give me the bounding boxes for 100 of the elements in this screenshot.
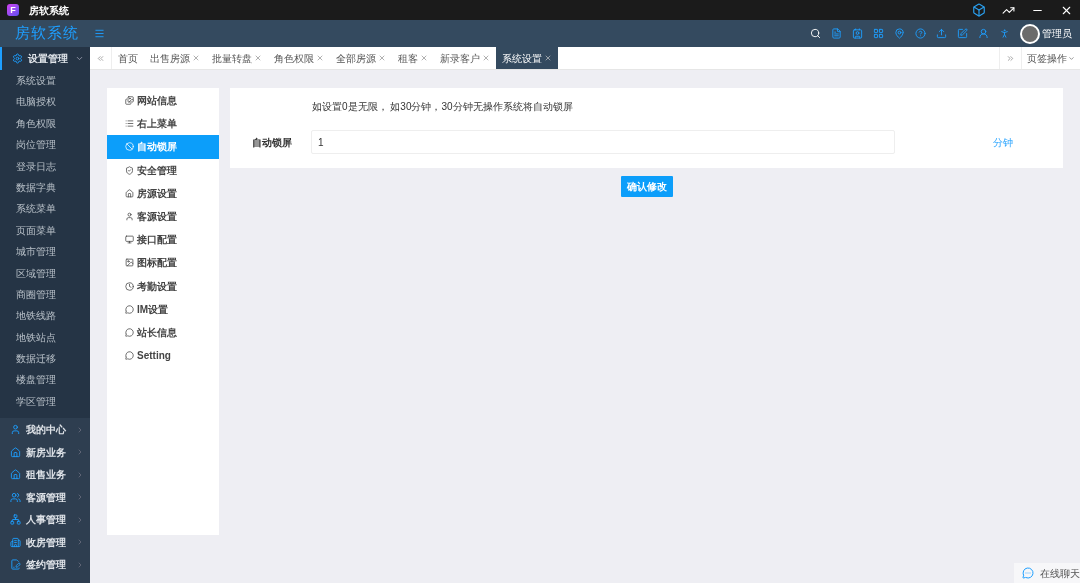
sidebar-item[interactable]: 角色权限 — [0, 112, 90, 135]
house-icon — [125, 188, 134, 198]
search-icon[interactable] — [810, 28, 821, 39]
sidebar-item[interactable]: 城市管理 — [0, 241, 90, 263]
chevron-down-icon — [75, 54, 84, 63]
chevron-right-icon — [76, 470, 84, 479]
tab[interactable]: 系统设置 — [496, 47, 558, 69]
image-icon — [125, 258, 134, 268]
settings-menu-label: 自动锁屏 — [137, 140, 177, 155]
upload-icon[interactable] — [936, 28, 947, 39]
window-title: 房软系统 — [29, 3, 69, 18]
map-pin-icon[interactable] — [894, 28, 905, 39]
user-icon — [10, 424, 21, 435]
tab-actions-dropdown[interactable]: 页签操作 — [1021, 47, 1080, 69]
help-icon[interactable] — [915, 28, 926, 39]
menu-icon[interactable] — [94, 28, 105, 39]
sidebar-group-label: 我的中心 — [26, 423, 66, 437]
sidebar-group-label: 设置管理 — [28, 52, 68, 66]
input-field[interactable]: 1 — [311, 130, 895, 154]
settings-menu-item[interactable]: 考勤设置 — [107, 274, 219, 298]
tab-label: 系统设置 — [502, 51, 542, 66]
list-icon — [125, 119, 134, 129]
chat-icon — [1022, 567, 1034, 579]
settings-menu-item[interactable]: 站长信息 — [107, 320, 219, 345]
document-icon[interactable] — [831, 28, 842, 39]
settings-menu-item[interactable]: 客源设置 — [107, 204, 219, 229]
tab[interactable]: 全部房源 — [330, 47, 392, 69]
double-chevron-right-icon — [1006, 53, 1015, 63]
tab-label: 租客 — [398, 51, 418, 66]
settings-menu-item[interactable]: Setting — [107, 344, 219, 368]
sidebar-item[interactable]: 商圈管理 — [0, 283, 90, 306]
settings-menu-label: 客源设置 — [137, 210, 177, 225]
chevron-right-icon — [76, 515, 84, 524]
sidebar-group[interactable]: 签约管理 — [0, 553, 90, 576]
sidebar-group[interactable]: 收房管理 — [0, 530, 90, 554]
hint-text: 如设置0是无限， 如30分钟，30分钟无操作系统将自动锁屏 — [312, 100, 574, 114]
chat-icon — [125, 304, 134, 314]
tab[interactable]: 首页 — [112, 47, 144, 69]
sidebar-item[interactable]: 系统设置 — [0, 70, 90, 92]
settings-menu-label: 房源设置 — [137, 186, 177, 201]
chevron-right-icon — [76, 538, 84, 546]
settings-menu-label: 考勤设置 — [137, 279, 177, 294]
sidebar-group-label: 新房业务 — [26, 445, 66, 460]
settings-menu-item[interactable]: 图标配置 — [107, 251, 219, 275]
tab[interactable]: 租客 — [392, 47, 434, 69]
settings-menu-label: IM设置 — [137, 302, 169, 317]
users-icon — [10, 491, 21, 503]
settings-menu-label: 安全管理 — [137, 163, 177, 178]
tab-label: 全部房源 — [336, 51, 376, 66]
avatar[interactable] — [1020, 23, 1040, 44]
tab-label: 首页 — [118, 51, 138, 66]
sidebar-item[interactable]: 地铁站点 — [0, 326, 90, 349]
chat-button[interactable]: 在线聊天 — [1014, 563, 1080, 583]
edit-icon[interactable] — [957, 28, 968, 39]
sidebar-group[interactable]: 设置管理 — [0, 47, 90, 70]
cube-icon[interactable] — [972, 3, 986, 17]
sidebar-group[interactable]: 租售业务 — [0, 463, 90, 486]
sidebar-group[interactable]: 新房业务 — [0, 440, 90, 464]
double-chevron-left-icon — [96, 53, 105, 63]
user-name[interactable]: 管理员 — [1042, 26, 1072, 41]
sidebar-item[interactable]: 登录日志 — [0, 155, 90, 177]
sidebar-item[interactable]: 岗位管理 — [0, 134, 90, 156]
sidebar-item[interactable]: 区域管理 — [0, 262, 90, 284]
sidebar-group[interactable]: 客源管理 — [0, 485, 90, 509]
app-logo: F — [7, 4, 19, 16]
tab[interactable]: 角色权限 — [268, 47, 330, 69]
settings-menu-label: Setting — [137, 349, 171, 364]
settings-menu-label: 图标配置 — [137, 256, 177, 271]
settings-menu-label: 右上菜单 — [137, 117, 177, 132]
settings-menu-label: 网站信息 — [137, 94, 177, 109]
settings-menu-item[interactable]: IM设置 — [107, 297, 219, 321]
clock-icon — [125, 281, 134, 291]
user-icon[interactable] — [978, 28, 989, 39]
sidebar-group-label: 收房管理 — [26, 535, 66, 550]
settings-menu-item[interactable]: 右上菜单 — [107, 112, 219, 136]
tab[interactable]: 出售房源 — [144, 47, 206, 69]
sidebar-group-label: 客源管理 — [26, 490, 66, 505]
sidebar-group-label: 租售业务 — [26, 468, 66, 482]
tab[interactable]: 新录客户 — [434, 47, 496, 69]
settings-menu-item[interactable]: 房源设置 — [107, 181, 219, 205]
sidebar-item[interactable]: 楼盘管理 — [0, 369, 90, 391]
settings-menu-item[interactable]: 接口配置 — [107, 228, 219, 252]
contact-card-icon[interactable] — [852, 28, 863, 39]
sidebar-item[interactable]: 电脑授权 — [0, 91, 90, 113]
chevron-right-icon — [76, 560, 84, 569]
settings-menu-item[interactable]: 安全管理 — [107, 158, 219, 182]
grid-icon[interactable] — [873, 28, 884, 39]
sidebar-group[interactable]: 人事管理 — [0, 508, 90, 531]
sidebar-item[interactable]: 数据字典 — [0, 176, 90, 199]
settings-menu-label: 站长信息 — [137, 325, 177, 340]
sidebar-group[interactable]: 我的中心 — [0, 418, 90, 441]
tab-label: 批量转盘 — [212, 51, 252, 66]
chevron-right-icon — [76, 448, 84, 456]
sidebar-item[interactable]: 页面菜单 — [0, 219, 90, 242]
sidebar-item[interactable]: 系统菜单 — [0, 198, 90, 220]
sidebar-item[interactable]: 地铁线路 — [0, 305, 90, 327]
sidebar-item[interactable]: 学区管理 — [0, 390, 90, 413]
sidebar-item[interactable]: 数据迁移 — [0, 348, 90, 370]
settings-menu-item[interactable]: 网站信息 — [107, 89, 219, 113]
tab[interactable]: 批量转盘 — [206, 47, 268, 69]
